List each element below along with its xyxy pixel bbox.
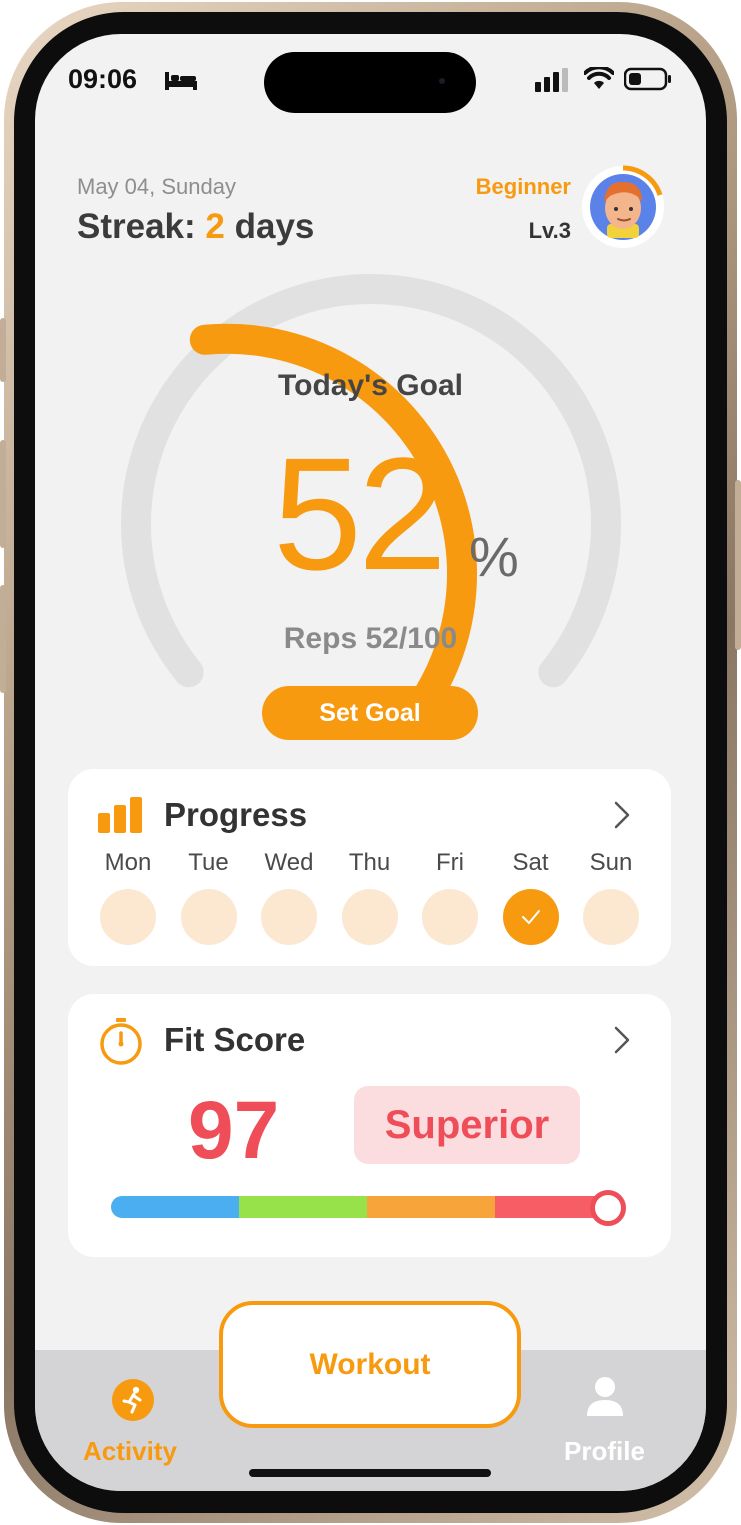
day-label: Tue bbox=[188, 849, 229, 876]
date-label: May 04, Sunday bbox=[77, 174, 236, 199]
workout-button[interactable]: Workout bbox=[219, 1301, 521, 1428]
volume-down-button bbox=[0, 585, 6, 693]
day-dot bbox=[180, 889, 237, 945]
fit-score-value: 97 bbox=[188, 1085, 280, 1176]
day-wed[interactable]: Wed bbox=[249, 849, 329, 945]
chevron-right-icon[interactable] bbox=[613, 800, 631, 830]
day-sun[interactable]: Sun bbox=[571, 849, 651, 945]
running-person-glyph bbox=[122, 1386, 142, 1414]
day-label: Mon bbox=[104, 849, 152, 876]
fit-score-scale bbox=[111, 1196, 623, 1218]
day-fri[interactable]: Fri bbox=[410, 849, 490, 945]
home-indicator bbox=[249, 1469, 491, 1477]
chevron-right-icon[interactable] bbox=[613, 1025, 631, 1055]
scale-segment-green bbox=[239, 1196, 367, 1218]
tab-activity[interactable]: Activity bbox=[83, 1436, 177, 1467]
day-label: Fri bbox=[436, 849, 464, 876]
day-dot-done bbox=[502, 889, 559, 945]
tab-profile[interactable]: Profile bbox=[564, 1436, 645, 1467]
day-mon[interactable]: Mon bbox=[88, 849, 168, 945]
day-label: Sun bbox=[589, 849, 633, 876]
status-time: 09:06 bbox=[68, 64, 138, 94]
day-sat[interactable]: Sat bbox=[491, 849, 571, 945]
action-button bbox=[0, 318, 6, 382]
day-dot bbox=[422, 889, 478, 945]
checkmark-icon bbox=[521, 910, 540, 924]
day-thu[interactable]: Thu bbox=[330, 849, 410, 945]
fit-score-rating: Superior bbox=[354, 1086, 580, 1164]
running-person-icon[interactable] bbox=[112, 1379, 154, 1421]
day-dot bbox=[100, 889, 156, 945]
day-label: Sat bbox=[512, 849, 549, 876]
wifi-icon bbox=[584, 67, 614, 89]
fit-score-card[interactable]: Fit Score 97 Superior bbox=[68, 994, 671, 1257]
bar-chart-icon bbox=[98, 797, 142, 833]
scale-segment-blue bbox=[111, 1196, 239, 1218]
level-name: Beginner bbox=[475, 174, 571, 199]
signal-icon bbox=[535, 68, 568, 92]
day-label: Thu bbox=[348, 849, 391, 876]
person-icon[interactable] bbox=[585, 1376, 625, 1418]
camera-dot bbox=[439, 78, 445, 84]
day-tue[interactable]: Tue bbox=[169, 849, 249, 945]
bed-icon bbox=[165, 72, 197, 90]
scale-segment-orange bbox=[367, 1196, 495, 1218]
day-label: Wed bbox=[264, 849, 314, 876]
app-screen: 09:06 May 04, Sunday Streak: 2 days Begi… bbox=[35, 34, 706, 1491]
goal-value: 52 bbox=[273, 424, 447, 603]
goal-unit: % bbox=[469, 525, 519, 588]
stopwatch-icon bbox=[100, 1018, 142, 1065]
progress-title: Progress bbox=[164, 796, 308, 833]
day-dot bbox=[261, 889, 317, 945]
week-days: Mon Tue Wed Thu Fri Sat Sun bbox=[88, 849, 651, 945]
battery-icon bbox=[624, 67, 671, 91]
goal-label: Today's Goal bbox=[278, 369, 463, 402]
power-button bbox=[735, 480, 741, 650]
reps-label: Reps 52/100 bbox=[283, 622, 458, 655]
day-dot bbox=[583, 889, 639, 945]
set-goal-button[interactable]: Set Goal bbox=[262, 686, 478, 740]
progress-card[interactable]: Progress Mon Tue Wed Thu Fri Sat Sun bbox=[68, 769, 671, 966]
fit-score-marker bbox=[589, 1190, 626, 1226]
volume-up-button bbox=[0, 440, 6, 548]
fit-score-title: Fit Score bbox=[164, 1021, 306, 1058]
day-dot bbox=[341, 889, 398, 945]
